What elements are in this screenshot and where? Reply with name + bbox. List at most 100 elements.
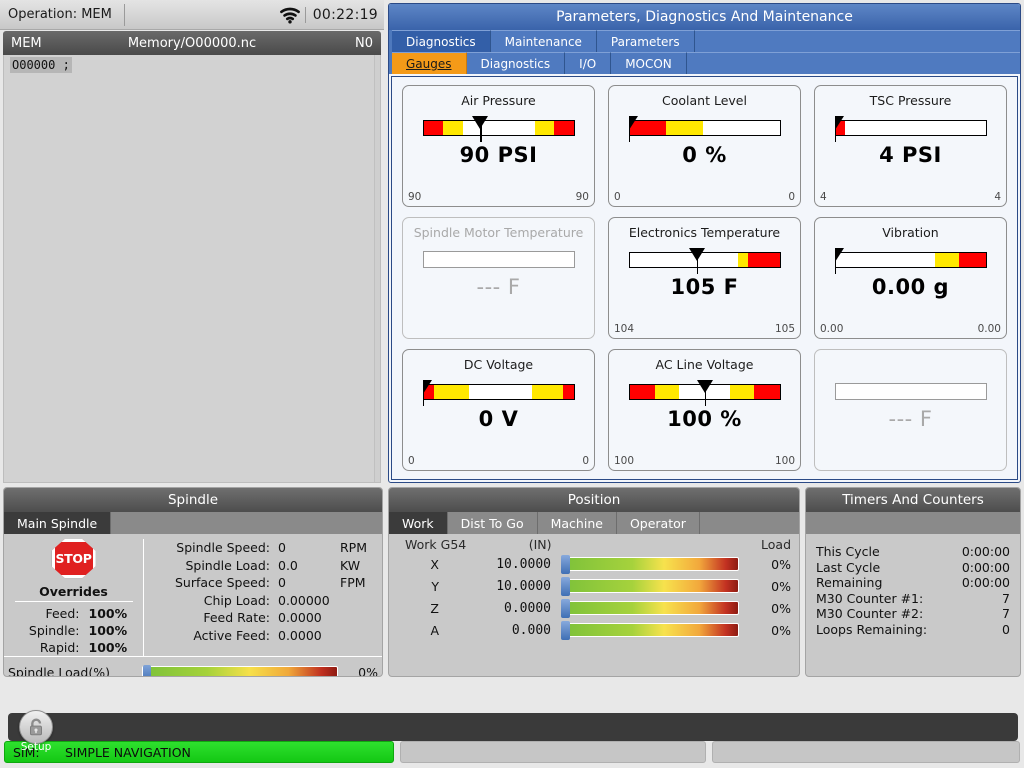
tab-parameters[interactable]: Parameters [597, 30, 695, 52]
position-header-row: Work G54 (IN) Load [389, 534, 799, 553]
timer-row: Loops Remaining:0 [816, 622, 1010, 638]
timers-counters-panel: Timers And Counters This Cycle0:00:00Las… [805, 487, 1021, 677]
gauge-max-label: 4 [994, 191, 1001, 203]
readout-value: 0.0000 [278, 609, 340, 627]
spindle-tabs: Main Spindle [4, 512, 382, 534]
divider [15, 601, 133, 602]
gauge-title: Vibration [882, 225, 938, 240]
timer-row: This Cycle0:00:00 [816, 544, 1010, 560]
position-units-label: (IN) [466, 537, 614, 552]
position-axis-row: Z0.00000% [389, 597, 799, 619]
tab-diagnostics[interactable]: Diagnostics [467, 52, 566, 74]
gauge-dc-voltage: DC Voltage0 V00 [402, 349, 595, 471]
gauge-bar-wrap [835, 114, 987, 140]
readout-value: 0.0 [278, 557, 340, 575]
axis-load-percent: 0% [739, 557, 791, 572]
tab-operator[interactable]: Operator [617, 512, 700, 534]
timer-key: Last Cycle [816, 560, 962, 576]
setup-tab[interactable]: Setup [14, 710, 58, 748]
tab-i-o[interactable]: I/O [565, 52, 611, 74]
gauge-pointer [835, 248, 844, 262]
program-line-text: O00000 ; [10, 57, 72, 73]
gauge-bar [423, 120, 575, 136]
position-axis-row: Y10.00000% [389, 575, 799, 597]
unlocked-padlock-icon [19, 710, 53, 744]
gauge-min-label: 0 [614, 191, 621, 203]
axis-load-percent: 0% [739, 623, 791, 638]
parameters-diagnostics-maintenance-panel: Parameters, Diagnostics And Maintenance … [388, 3, 1021, 483]
gauge-spindle-motor-temperature: Spindle Motor Temperature--- F [402, 217, 595, 339]
spindle-load-section: Spindle Load(%) 0% [4, 656, 382, 677]
program-editor[interactable]: O00000 ; [3, 55, 381, 483]
gauge-segment [443, 121, 463, 135]
override-value: 100% [89, 639, 135, 656]
spindle-readout-row: Chip Load:0.00000 [150, 592, 382, 610]
overrides-title: Overrides [39, 584, 108, 599]
tab-diagnostics[interactable]: Diagnostics [392, 30, 491, 52]
gauge-title: Air Pressure [461, 93, 536, 108]
spindle-stop-indicator[interactable]: STOP [52, 539, 96, 578]
position-axis-row: X10.00000% [389, 553, 799, 575]
spindle-panel-title: Spindle [4, 488, 382, 512]
gauge-air-pressure: Air Pressure90 PSI9090 [402, 85, 595, 207]
pdm-secondary-tabs: GaugesDiagnosticsI/OMOCON [389, 52, 1020, 74]
spindle-readout-row: Active Feed:0.0000 [150, 627, 382, 645]
gauge-max-label: 105 [775, 323, 795, 335]
axis-label: Y [397, 579, 439, 594]
tab-gauges[interactable]: Gauges [392, 52, 467, 74]
spindle-readouts: Spindle Speed:0RPMSpindle Load:0.0KWSurf… [144, 539, 382, 656]
gauge-pointer [697, 380, 713, 393]
pdm-primary-tabs: DiagnosticsMaintenanceParameters [389, 30, 1020, 52]
gauge-segment [630, 253, 738, 267]
position-load-label: Load [739, 537, 791, 552]
gauge-title: AC Line Voltage [656, 357, 754, 372]
override-row: Spindle:100% [13, 622, 135, 639]
timer-row: M30 Counter #2:7 [816, 606, 1010, 622]
gauge-bar [423, 251, 575, 268]
tab-work[interactable]: Work [389, 512, 448, 534]
gauge-segment [703, 121, 780, 135]
readout-value: 0.00000 [278, 592, 340, 610]
tab-main-spindle[interactable]: Main Spindle [4, 512, 111, 534]
gauge-pointer [835, 116, 844, 130]
gauge-ac-line-voltage: AC Line Voltage100 %100100 [608, 349, 801, 471]
gauge-title: Electronics Temperature [629, 225, 780, 240]
gauge-title: TSC Pressure [870, 93, 952, 108]
gauge-electronics-temperature: Electronics Temperature105 F104105 [608, 217, 801, 339]
timers-panel-title: Timers And Counters [806, 488, 1020, 512]
status-box-right [712, 741, 1020, 763]
gauge-bar-wrap [423, 246, 575, 272]
readout-key: Feed Rate: [150, 609, 278, 627]
gauge-segment [434, 385, 469, 399]
axis-load-bar [561, 601, 739, 615]
spindle-load-bar [142, 666, 338, 677]
axis-label: A [397, 623, 439, 638]
override-key: Feed: [13, 605, 89, 622]
gauge-vibration: Vibration0.00 g0.000.00 [814, 217, 1007, 339]
spindle-load-knob [143, 665, 151, 677]
spindle-load-label: Spindle Load(%) [8, 665, 142, 677]
footer-dark-bar [8, 713, 1018, 741]
editor-scrollbar[interactable] [374, 55, 380, 482]
gauge-max-label: 100 [775, 455, 795, 467]
gauge-bar-wrap [629, 114, 781, 140]
readout-unit: RPM [340, 539, 380, 557]
timers-rows: This Cycle0:00:00Last Cycle0:00:00Remain… [806, 534, 1020, 637]
readout-unit [340, 592, 380, 610]
divider [124, 4, 125, 26]
gauge-bar-wrap [835, 246, 987, 272]
readout-key: Chip Load: [150, 592, 278, 610]
gauge-max-label: 90 [576, 191, 589, 203]
gauge-min-label: 0 [408, 455, 415, 467]
axis-load-bar [561, 623, 739, 637]
readout-value: 0.0000 [278, 627, 340, 645]
tab-machine[interactable]: Machine [538, 512, 617, 534]
tab-dist-to-go[interactable]: Dist To Go [448, 512, 538, 534]
override-row: Rapid:100% [13, 639, 135, 656]
tab-maintenance[interactable]: Maintenance [491, 30, 597, 52]
gauge-max-label: 0 [788, 191, 795, 203]
gauge-value: 90 PSI [460, 143, 538, 167]
timer-key: This Cycle [816, 544, 962, 560]
gauge-pointer [423, 380, 432, 394]
tab-mocon[interactable]: MOCON [611, 52, 687, 74]
